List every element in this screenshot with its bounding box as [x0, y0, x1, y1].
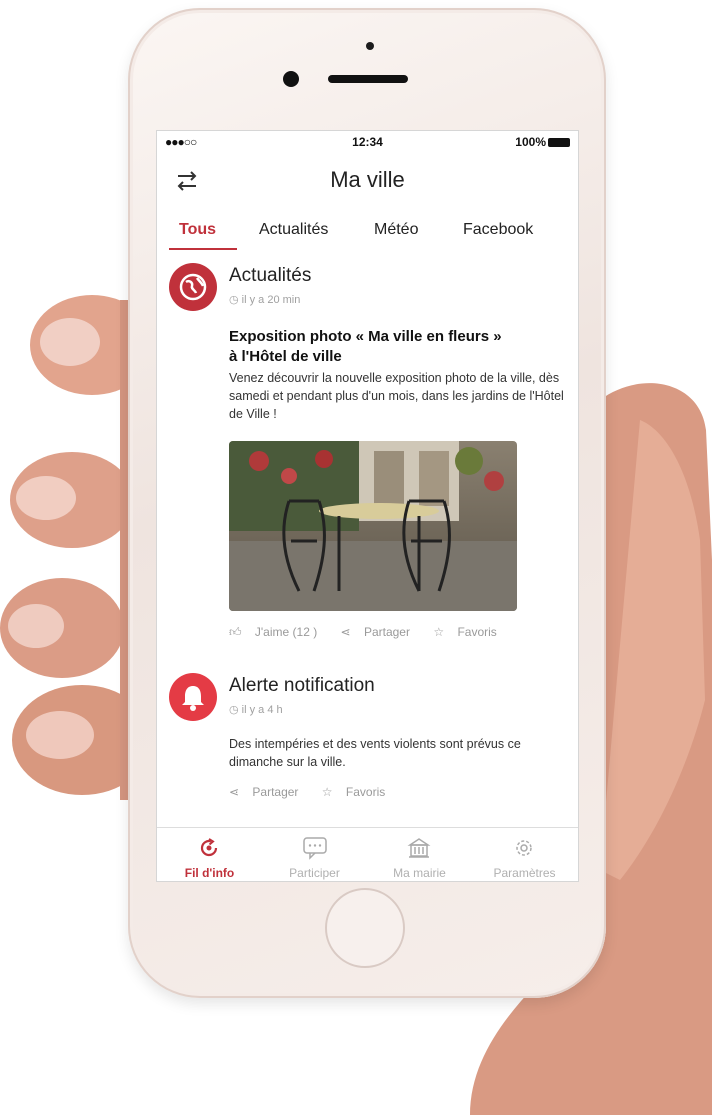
bottom-tab-bar: Fil d'info Participer Ma mairie Paramètr… — [157, 827, 578, 881]
bell-icon — [169, 673, 217, 721]
tab-bar: Tous Actualités Météo Facebook — [157, 215, 578, 251]
clock-icon: ◷ — [229, 704, 239, 716]
post-actions: ⋖ Partager ☆ Favoris — [229, 785, 405, 799]
app-screen: ●●●○○ 12:34 100% Ma ville Tous Actualité… — [156, 130, 579, 882]
refresh-feed-icon — [200, 838, 218, 857]
share-label: Partager — [363, 625, 410, 639]
card-timestamp: ◷ il y a 20 min — [229, 293, 300, 306]
tab-facebook[interactable]: Facebook — [463, 221, 533, 239]
nav-fil-info[interactable]: Fil d'info — [157, 828, 262, 881]
star-icon: ☆ — [433, 625, 445, 639]
town-hall-icon — [407, 838, 431, 858]
like-button[interactable]: 👍︎ J'aime (12 ) — [229, 625, 327, 639]
card-category: Alerte notification — [229, 675, 375, 696]
tab-tous[interactable]: Tous — [179, 221, 216, 239]
favorite-label: Favoris — [345, 785, 386, 799]
post-headline-line1: Exposition photo « Ma ville en fleurs » — [229, 328, 502, 345]
home-button[interactable] — [325, 888, 405, 968]
nav-label: Participer — [289, 866, 340, 880]
card-category: Actualités — [229, 265, 312, 286]
tab-actualites[interactable]: Actualités — [259, 221, 328, 239]
battery-label: 100% — [515, 135, 546, 149]
clock-icon: ◷ — [229, 294, 239, 306]
nav-ma-mairie[interactable]: Ma mairie — [367, 828, 472, 881]
earpiece-speaker — [328, 75, 408, 83]
globe-icon — [169, 263, 217, 311]
nav-label: Paramètres — [493, 866, 556, 880]
post-body: Venez découvrir la nouvelle exposition p… — [229, 371, 564, 421]
nav-bar: Ma ville — [157, 155, 578, 205]
gear-icon — [516, 840, 532, 856]
active-tab-indicator — [169, 248, 237, 250]
share-label: Partager — [252, 785, 299, 799]
thumbs-up-icon: 👍︎ — [229, 625, 242, 639]
card-time-text: il y a 20 min — [241, 294, 301, 306]
status-bar: ●●●○○ 12:34 100% — [157, 131, 578, 153]
nav-label: Ma mairie — [393, 866, 446, 880]
front-camera — [283, 71, 299, 87]
favorite-label: Favoris — [457, 625, 497, 639]
sensor-dot — [366, 42, 374, 50]
post-headline[interactable]: Exposition photo « Ma ville en fleurs » … — [229, 327, 549, 367]
chat-bubble-icon — [303, 837, 327, 860]
card-timestamp: ◷ il y a 4 h — [229, 703, 283, 716]
post-actions: 👍︎ J'aime (12 ) ⋖ Partager ☆ Favoris — [229, 625, 517, 640]
share-button[interactable]: ⋖ Partager — [229, 785, 308, 799]
battery-icon — [548, 138, 570, 147]
share-icon: ⋖ — [229, 785, 240, 799]
nav-parametres[interactable]: Paramètres — [472, 828, 577, 881]
battery-indicator: 100% — [515, 135, 570, 149]
post-photo[interactable] — [229, 441, 517, 611]
star-icon: ☆ — [321, 785, 333, 799]
share-button[interactable]: ⋖ Partager — [341, 625, 420, 639]
page-title: Ma ville — [330, 167, 405, 192]
post-headline-line2: à l'Hôtel de ville — [229, 348, 342, 365]
share-icon: ⋖ — [340, 625, 351, 639]
post-body: Des intempéries et des vents violents so… — [229, 737, 521, 769]
tab-meteo[interactable]: Météo — [374, 221, 418, 239]
card-time-text: il y a 4 h — [241, 704, 283, 716]
favorite-button[interactable]: ☆ Favoris — [433, 625, 506, 639]
nav-label: Fil d'info — [184, 866, 235, 880]
like-label: J'aime (12 ) — [254, 625, 318, 639]
nav-participer[interactable]: Participer — [262, 828, 367, 881]
favorite-button[interactable]: ☆ Favoris — [322, 785, 395, 799]
